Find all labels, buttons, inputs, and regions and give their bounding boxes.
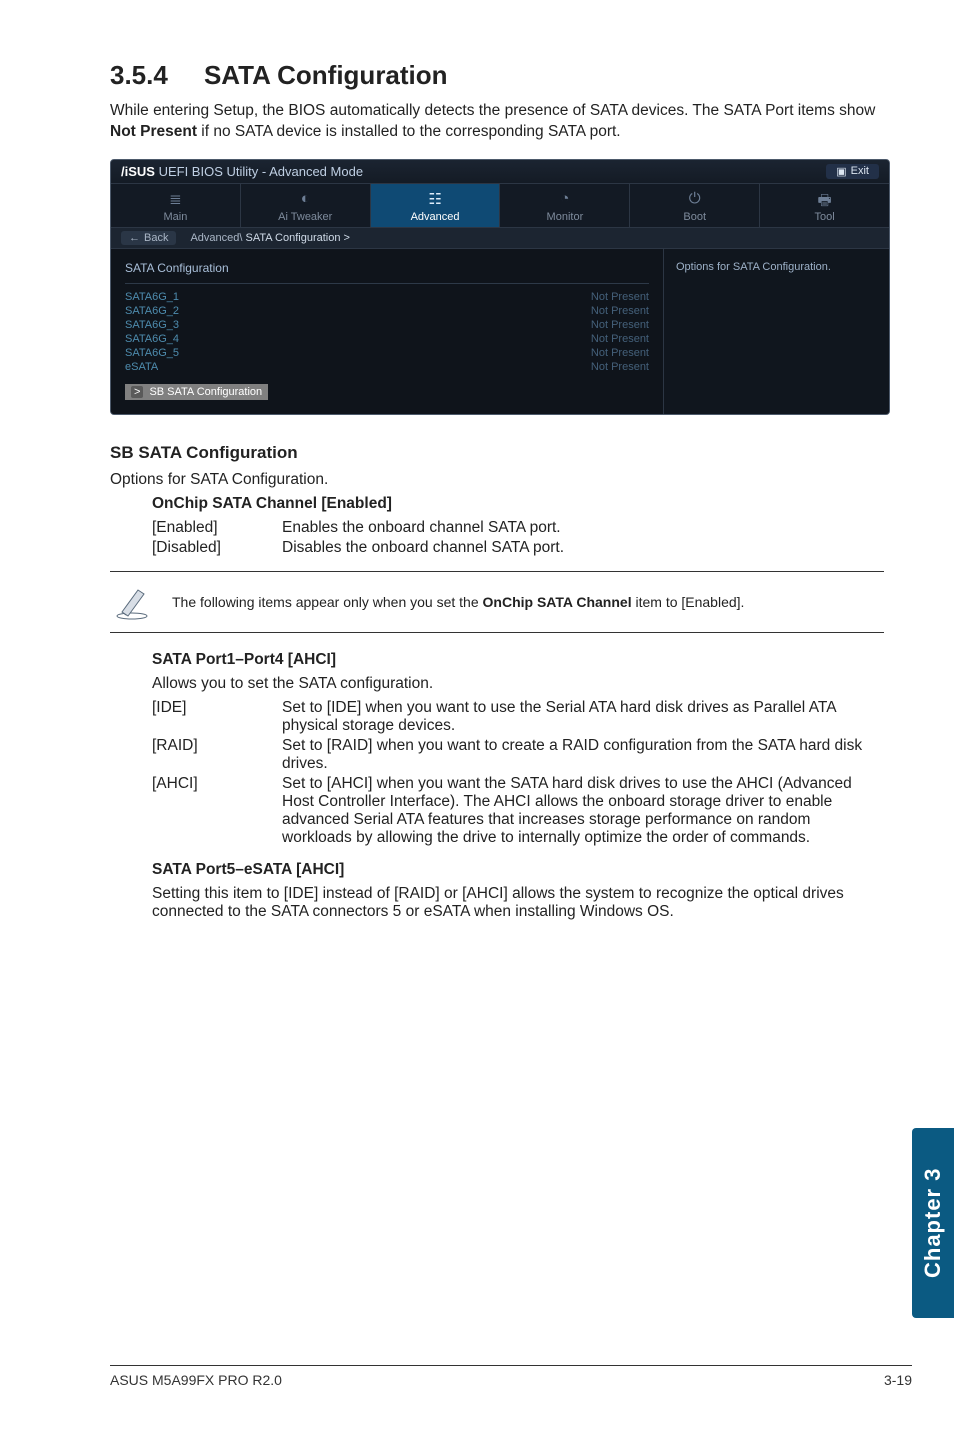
bios-row: SATA6G_2Not Present: [125, 304, 649, 318]
bios-screenshot: /iSUS UEFI BIOS Utility - Advanced Mode …: [110, 159, 890, 415]
tab-main[interactable]: ≣ Main: [111, 184, 241, 227]
boot-icon: ⏻: [630, 190, 759, 208]
bios-row: SATA6G_5Not Present: [125, 346, 649, 360]
sb-heading: SB SATA Configuration: [110, 443, 884, 463]
option-key: [IDE]: [152, 699, 282, 735]
option-value: Enables the onboard channel SATA port.: [282, 519, 884, 537]
bios-titlebar: /iSUS UEFI BIOS Utility - Advanced Mode …: [111, 160, 889, 184]
bios-title-text: /iSUS UEFI BIOS Utility - Advanced Mode: [121, 164, 363, 179]
bios-help-text: Options for SATA Configuration.: [676, 257, 877, 281]
section-number: 3.5.4: [110, 60, 168, 90]
port14-desc: Allows you to set the SATA configuration…: [152, 675, 884, 693]
bios-row: SATA6G_1Not Present: [125, 290, 649, 304]
monitor-icon: ◔: [500, 190, 629, 208]
tool-icon: 🖶: [760, 190, 889, 208]
pencil-icon: [110, 580, 154, 624]
bios-left-heading: SATA Configuration: [125, 257, 649, 284]
note-callout: The following items appear only when you…: [110, 571, 884, 633]
list-icon: ≣: [111, 190, 240, 208]
page-footer: ASUS M5A99FX PRO R2.0 3-19: [110, 1365, 912, 1388]
advanced-icon: ☷: [371, 190, 500, 208]
bios-row: SATA6G_3Not Present: [125, 318, 649, 332]
footer-left: ASUS M5A99FX PRO R2.0: [110, 1372, 282, 1388]
section-title-text: SATA Configuration: [204, 60, 448, 90]
tweaker-icon: ◐: [241, 190, 370, 208]
back-arrow-icon: ←: [129, 232, 140, 244]
option-row: [Enabled] Enables the onboard channel SA…: [152, 519, 884, 537]
tab-ai-tweaker[interactable]: ◐ Ai Tweaker: [241, 184, 371, 227]
port5-desc: Setting this item to [IDE] instead of [R…: [152, 885, 884, 921]
exit-icon: ▣: [836, 165, 846, 178]
breadcrumb: Advanced\ SATA Configuration >: [190, 232, 350, 244]
tab-advanced[interactable]: ☷ Advanced: [371, 184, 501, 227]
tab-boot[interactable]: ⏻ Boot: [630, 184, 760, 227]
section-heading: 3.5.4 SATA Configuration: [110, 60, 884, 91]
bios-selected-item[interactable]: > SB SATA Configuration: [125, 384, 268, 400]
port14-heading: SATA Port1–Port4 [AHCI]: [152, 651, 884, 669]
option-value: Set to [RAID] when you want to create a …: [282, 737, 884, 773]
option-row: [Disabled] Disables the onboard channel …: [152, 539, 884, 557]
option-key: [Disabled]: [152, 539, 282, 557]
option-value: Set to [IDE] when you want to use the Se…: [282, 699, 884, 735]
exit-button[interactable]: ▣ Exit: [826, 164, 879, 179]
chapter-tab: Chapter 3: [912, 1128, 954, 1318]
bios-left-panel: SATA Configuration SATA6G_1Not Present S…: [111, 249, 664, 414]
chevron-right-icon: >: [131, 386, 143, 398]
option-key: [AHCI]: [152, 775, 282, 847]
bios-tabs: ≣ Main ◐ Ai Tweaker ☷ Advanced ◔ Monitor…: [111, 184, 889, 228]
port5-heading: SATA Port5–eSATA [AHCI]: [152, 861, 884, 879]
onchip-heading: OnChip SATA Channel [Enabled]: [152, 495, 884, 513]
footer-right: 3-19: [884, 1372, 912, 1388]
option-key: [Enabled]: [152, 519, 282, 537]
sb-desc: Options for SATA Configuration.: [110, 471, 884, 489]
tab-monitor[interactable]: ◔ Monitor: [500, 184, 630, 227]
option-value: Disables the onboard channel SATA port.: [282, 539, 884, 557]
option-row: [RAID] Set to [RAID] when you want to cr…: [152, 737, 884, 773]
option-row: [IDE] Set to [IDE] when you want to use …: [152, 699, 884, 735]
option-value: Set to [AHCI] when you want the SATA har…: [282, 775, 884, 847]
bios-row: eSATANot Present: [125, 360, 649, 374]
option-row: [AHCI] Set to [AHCI] when you want the S…: [152, 775, 884, 847]
exit-label: Exit: [851, 165, 869, 177]
tab-tool[interactable]: 🖶 Tool: [760, 184, 889, 227]
bios-help-panel: Options for SATA Configuration.: [664, 249, 889, 414]
lead-paragraph: While entering Setup, the BIOS automatic…: [110, 101, 884, 143]
back-button[interactable]: ← Back: [121, 231, 176, 245]
option-key: [RAID]: [152, 737, 282, 773]
note-text: The following items appear only when you…: [172, 593, 744, 611]
bios-row: SATA6G_4Not Present: [125, 332, 649, 346]
bios-breadcrumb-bar: ← Back Advanced\ SATA Configuration >: [111, 228, 889, 249]
